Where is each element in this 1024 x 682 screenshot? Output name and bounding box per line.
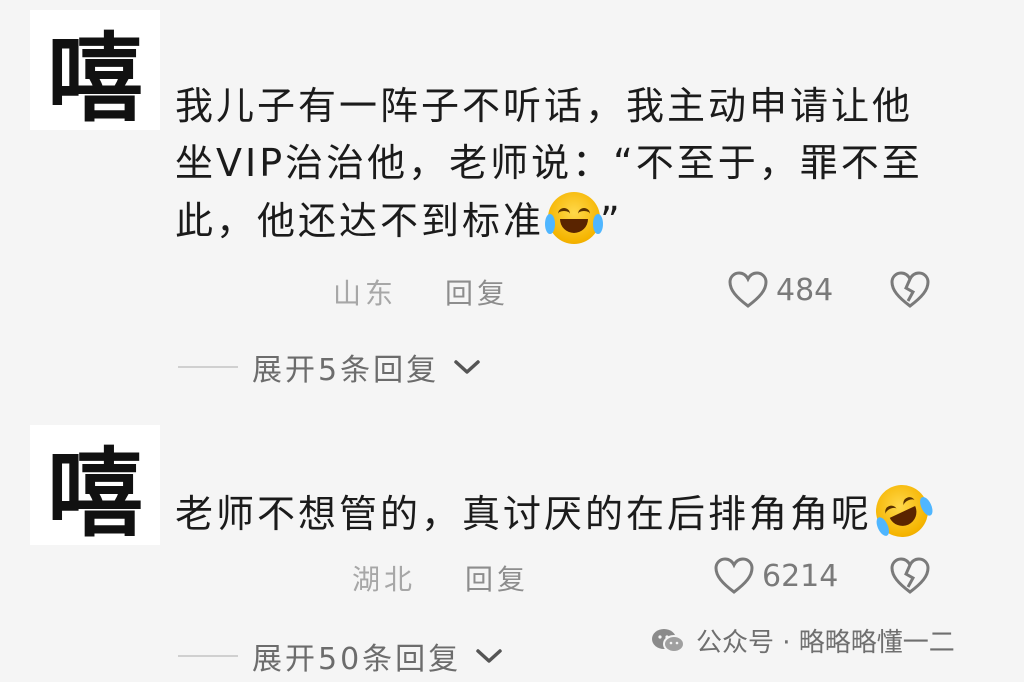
reply-button[interactable]: 回复: [465, 558, 529, 598]
comment-quote-close: ”: [600, 199, 623, 243]
like-button[interactable]: 6214: [712, 556, 838, 596]
like-count: 484: [776, 272, 834, 308]
watermark-text: 公众号 · 略略略懂一二: [696, 628, 955, 658]
comment-body: 老师不想管的，真讨厌的在后排角角呢: [175, 492, 873, 536]
heart-icon: [714, 557, 754, 594]
comment-text: 老师不想管的，真讨厌的在后排角角呢: [175, 476, 937, 546]
chevron-down-icon: [476, 649, 502, 663]
dislike-button[interactable]: [888, 556, 932, 596]
divider-line: [178, 655, 238, 657]
broken-heart-icon: [890, 271, 930, 308]
comment-text: 我儿子有一阵子不听话，我主动申请让他坐VIP治治他，老师说：“不至于，罪不至此，…: [175, 78, 935, 250]
avatar[interactable]: 嘻: [30, 10, 160, 130]
avatar[interactable]: 嘻: [30, 425, 160, 545]
rolling-laugh-emoji: [867, 476, 937, 546]
comment-region: 湖北: [352, 563, 417, 596]
comment-region: 山东: [333, 277, 398, 310]
divider-line: [178, 366, 238, 368]
like-button[interactable]: 484: [726, 270, 833, 310]
chevron-down-icon: [454, 360, 480, 374]
broken-heart-icon: [890, 557, 930, 594]
heart-icon: [728, 271, 768, 308]
like-count: 6214: [762, 558, 839, 594]
laugh-crying-emoji: [545, 192, 604, 244]
expand-replies-label: 展开50条回复: [252, 642, 462, 677]
wechat-icon: [652, 628, 685, 653]
expand-replies-label: 展开5条回复: [252, 353, 440, 388]
dislike-button[interactable]: [888, 270, 932, 310]
watermark: 公众号 · 略略略懂一二: [650, 622, 955, 659]
avatar-glyph: 嘻: [47, 22, 143, 131]
reply-button[interactable]: 回复: [445, 272, 509, 312]
avatar-glyph: 嘻: [47, 437, 143, 546]
expand-replies-button[interactable]: 展开50条回复: [178, 634, 503, 678]
expand-replies-button[interactable]: 展开5条回复: [178, 345, 481, 389]
